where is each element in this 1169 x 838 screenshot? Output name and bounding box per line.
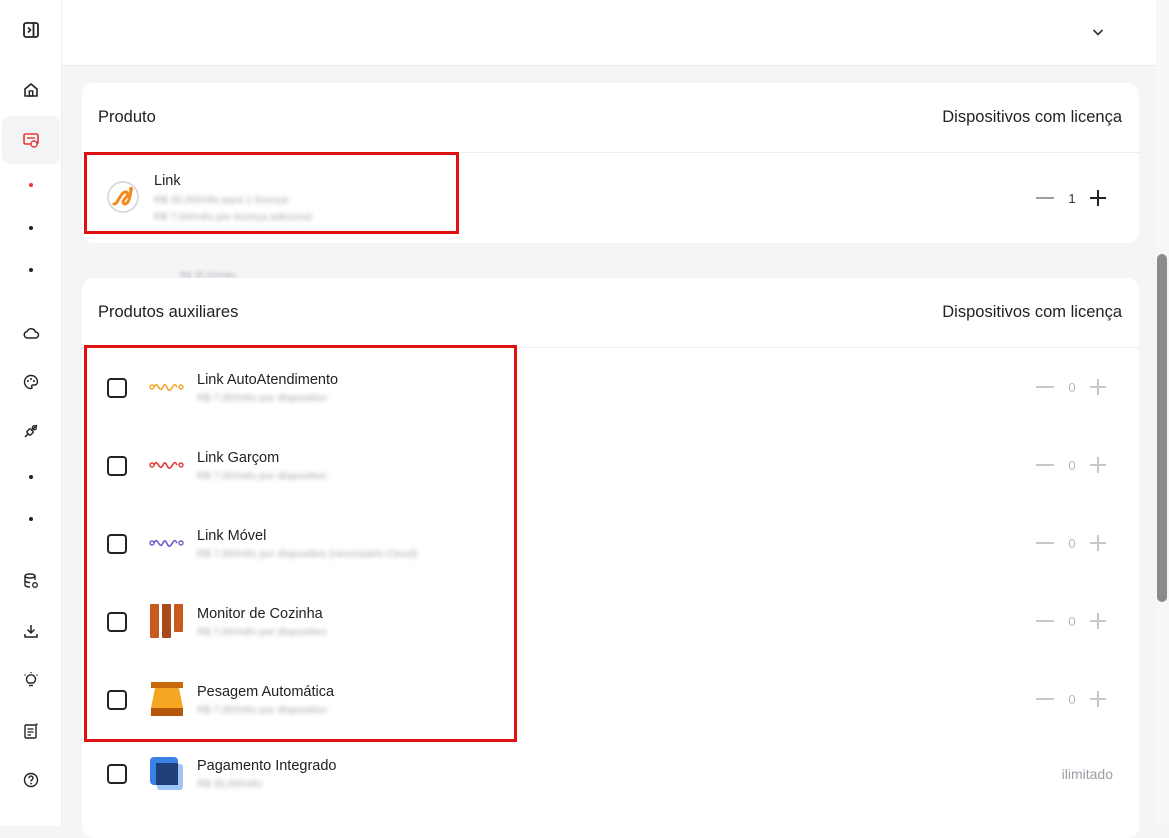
- select-checkbox[interactable]: [107, 764, 127, 784]
- quantity-stepper: 0: [1036, 457, 1106, 473]
- increment-button[interactable]: [1090, 457, 1106, 473]
- decrement-button[interactable]: [1036, 620, 1054, 622]
- database-icon[interactable]: [0, 561, 62, 601]
- product-section-title: Produto: [98, 108, 156, 126]
- quantity-stepper: 0: [1036, 379, 1106, 395]
- quantity-value: 0: [1068, 613, 1076, 629]
- decrement-button[interactable]: [1036, 698, 1054, 700]
- quantity-value: 0: [1068, 535, 1076, 551]
- submenu-dot[interactable]: [29, 183, 33, 187]
- aux-section-title: Produtos auxiliares: [98, 303, 239, 321]
- quantity-stepper: 0: [1036, 535, 1106, 551]
- help-icon[interactable]: [0, 760, 62, 800]
- submenu-dot[interactable]: [29, 475, 33, 479]
- lightbulb-icon[interactable]: [0, 660, 62, 700]
- quantity-value: 0: [1068, 379, 1076, 395]
- license-icon[interactable]: [0, 120, 62, 160]
- decrement-button[interactable]: [1036, 542, 1054, 544]
- increment-button[interactable]: [1090, 613, 1106, 629]
- aux-product-price: R$ 35,00/mês: [197, 778, 263, 790]
- sidebar-toggle-icon[interactable]: [0, 10, 62, 50]
- licensed-devices-column: Dispositivos com licença: [942, 108, 1122, 126]
- quantity-stepper: 0: [1036, 691, 1106, 707]
- highlight-box: [84, 152, 459, 234]
- decrement-button[interactable]: [1036, 464, 1054, 466]
- submenu-dot[interactable]: [29, 517, 33, 521]
- quantity-stepper: 0: [1036, 613, 1106, 629]
- highlight-box: [84, 345, 517, 742]
- sidebar: [0, 0, 62, 826]
- increment-button[interactable]: [1090, 190, 1106, 206]
- increment-button[interactable]: [1090, 535, 1106, 551]
- top-bar: [62, 0, 1156, 66]
- unlimited-label: ilimitado: [1061, 766, 1113, 782]
- cloud-icon[interactable]: [0, 313, 62, 353]
- quantity-value: 1: [1068, 190, 1076, 206]
- submenu-dot[interactable]: [29, 268, 33, 272]
- quantity-value: 0: [1068, 457, 1076, 473]
- increment-button[interactable]: [1090, 379, 1106, 395]
- aux-row: Pagamento Integrado R$ 35,00/mês ilimita…: [82, 738, 1139, 816]
- increment-button[interactable]: [1090, 691, 1106, 707]
- aux-card-header: Produtos auxiliares Dispositivos com lic…: [82, 278, 1139, 348]
- download-icon[interactable]: [0, 611, 62, 651]
- quantity-stepper: 1: [1036, 190, 1106, 206]
- plug-icon[interactable]: [0, 411, 62, 451]
- home-icon[interactable]: [0, 70, 62, 110]
- payment-icon: [149, 756, 185, 792]
- product-card-header: Produto Dispositivos com licença: [82, 83, 1139, 153]
- quantity-value: 0: [1068, 691, 1076, 707]
- document-icon[interactable]: [0, 711, 62, 751]
- decrement-button[interactable]: [1036, 197, 1054, 199]
- submenu-dot[interactable]: [29, 226, 33, 230]
- aux-product-name: Pagamento Integrado: [197, 758, 337, 774]
- scrollbar-thumb[interactable]: [1157, 254, 1167, 602]
- decrement-button[interactable]: [1036, 386, 1054, 388]
- chevron-down-icon[interactable]: [1088, 22, 1108, 42]
- licensed-devices-column: Dispositivos com licença: [942, 303, 1122, 321]
- palette-icon[interactable]: [0, 362, 62, 402]
